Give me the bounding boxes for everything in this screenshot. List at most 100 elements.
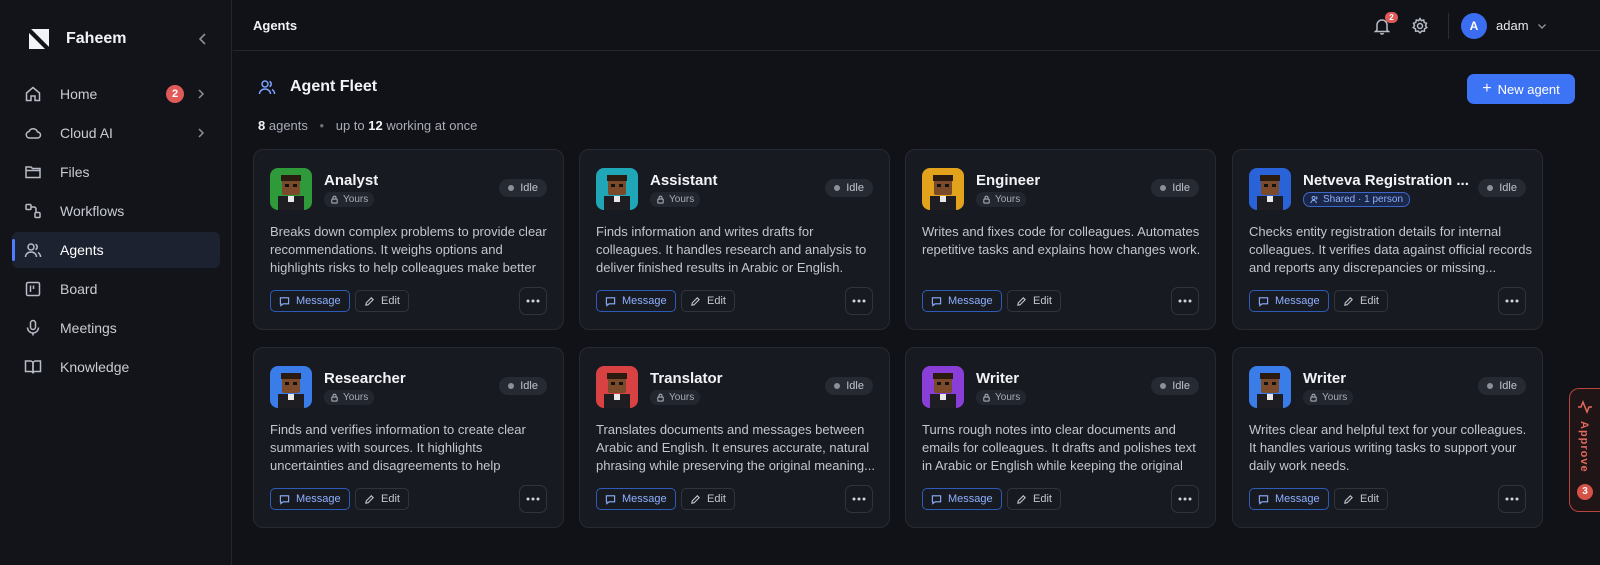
sidebar-item-knowledge[interactable]: Knowledge — [12, 349, 220, 385]
lock-icon — [656, 393, 669, 402]
owner-label: Yours — [995, 392, 1021, 403]
sidebar-nav: Home 2 Cloud AI Files Workflows Agents B… — [12, 76, 220, 388]
edit-button[interactable]: Edit — [355, 290, 409, 312]
ellipsis-icon — [1178, 497, 1192, 501]
owner-tag: Yours — [1303, 390, 1354, 405]
more-options-button[interactable] — [845, 485, 873, 513]
ellipsis-icon — [852, 497, 866, 501]
message-label: Message — [296, 493, 341, 505]
agent-name[interactable]: Analyst — [324, 172, 378, 189]
sidebar-item-meetings[interactable]: Meetings — [12, 310, 220, 346]
message-button[interactable]: Message — [922, 488, 1002, 510]
fleet-header: Agent Fleet — [258, 78, 377, 96]
message-button[interactable]: Message — [596, 488, 676, 510]
edit-button[interactable]: Edit — [1007, 488, 1061, 510]
agent-card[interactable]: Assistant Yours Idle Finds information and … — [579, 149, 890, 330]
edit-label: Edit — [1360, 295, 1379, 307]
agent-name[interactable]: Writer — [1303, 370, 1346, 387]
agent-avatar — [596, 366, 638, 408]
message-icon — [1258, 494, 1275, 505]
agent-card[interactable]: Researcher Yours Idle Finds and verifies in… — [253, 347, 564, 528]
sidebar-item-board[interactable]: Board — [12, 271, 220, 307]
agent-name[interactable]: Translator — [650, 370, 723, 387]
message-icon — [605, 494, 622, 505]
message-button[interactable]: Message — [1249, 290, 1329, 312]
owner-label: Yours — [1322, 392, 1348, 403]
agent-name[interactable]: Engineer — [976, 172, 1040, 189]
sidebar-item-label: Files — [60, 164, 90, 180]
agent-card[interactable]: Writer Yours Idle Turns rough notes into cl… — [905, 347, 1216, 528]
edit-button[interactable]: Edit — [681, 488, 735, 510]
sidebar-item-home[interactable]: Home 2 — [12, 76, 220, 112]
sidebar-item-workflows[interactable]: Workflows — [12, 193, 220, 229]
book-icon — [24, 360, 42, 374]
lock-icon — [982, 195, 995, 204]
agent-card[interactable]: Netveva Registration ... Shared · 1 perso… — [1232, 149, 1543, 330]
faheem-logo-icon — [28, 28, 50, 50]
ellipsis-icon — [1505, 299, 1519, 303]
owner-tag: Shared · 1 person — [1303, 192, 1411, 207]
more-options-button[interactable] — [1171, 287, 1199, 315]
ellipsis-icon — [526, 497, 540, 501]
status-dot — [834, 185, 841, 191]
fleet-summary: 8 agents • up to 12 working at once — [258, 118, 477, 133]
pencil-icon — [364, 296, 381, 307]
chevron-right-icon[interactable] — [194, 87, 208, 101]
agent-card[interactable]: Engineer Yours Idle Writes and fixes code f… — [905, 149, 1216, 330]
user-avatar[interactable]: A — [1461, 13, 1487, 39]
more-options-button[interactable] — [1171, 485, 1199, 513]
status-label: Idle — [846, 380, 864, 392]
agent-count: 8 — [258, 118, 266, 133]
home-icon — [25, 86, 41, 102]
agent-description: Turns rough notes into clear documents a… — [922, 422, 1196, 473]
new-agent-button[interactable]: + New agent — [1467, 74, 1575, 104]
cloud-icon — [25, 127, 42, 139]
message-button[interactable]: Message — [922, 290, 1002, 312]
agent-name[interactable]: Researcher — [324, 370, 406, 387]
activity-icon — [1578, 399, 1592, 415]
sidebar-item-label: Workflows — [60, 203, 125, 219]
sidebar-item-label: Cloud AI — [60, 125, 113, 141]
edit-label: Edit — [381, 295, 400, 307]
approve-tab[interactable]: Approve 3 — [1569, 388, 1600, 512]
message-button[interactable]: Message — [1249, 488, 1329, 510]
edit-label: Edit — [1033, 295, 1052, 307]
brand[interactable]: Faheem — [28, 28, 126, 50]
edit-button[interactable]: Edit — [1007, 290, 1061, 312]
agent-name[interactable]: Writer — [976, 370, 1019, 387]
edit-button[interactable]: Edit — [355, 488, 409, 510]
agent-name[interactable]: Assistant — [650, 172, 718, 189]
agent-card[interactable]: Writer Yours Idle Writes clear and helpful … — [1232, 347, 1543, 528]
status-badge: Idle — [825, 377, 873, 395]
more-options-button[interactable] — [1498, 287, 1526, 315]
username[interactable]: adam — [1496, 18, 1529, 33]
message-label: Message — [948, 295, 993, 307]
gear-icon[interactable] — [1411, 17, 1429, 35]
sidebar-item-cloud-ai[interactable]: Cloud AI — [12, 115, 220, 151]
agent-card[interactable]: Analyst Yours Idle Breaks down complex prob… — [253, 149, 564, 330]
sidebar-item-files[interactable]: Files — [12, 154, 220, 190]
edit-button[interactable]: Edit — [1334, 290, 1388, 312]
lock-icon — [330, 393, 343, 402]
sidebar-item-agents[interactable]: Agents — [12, 232, 220, 268]
message-icon — [605, 296, 622, 307]
message-button[interactable]: Message — [270, 488, 350, 510]
collapse-sidebar-icon[interactable] — [194, 30, 212, 48]
status-label: Idle — [1499, 182, 1517, 194]
more-options-button[interactable] — [519, 287, 547, 315]
edit-button[interactable]: Edit — [1334, 488, 1388, 510]
message-label: Message — [948, 493, 993, 505]
message-label: Message — [622, 493, 667, 505]
more-options-button[interactable] — [519, 485, 547, 513]
more-options-button[interactable] — [845, 287, 873, 315]
edit-button[interactable]: Edit — [681, 290, 735, 312]
agent-name[interactable]: Netveva Registration ... — [1303, 172, 1469, 189]
status-label: Idle — [520, 380, 538, 392]
agent-card[interactable]: Translator Yours Idle Translates documents … — [579, 347, 890, 528]
message-button[interactable]: Message — [270, 290, 350, 312]
more-options-button[interactable] — [1498, 485, 1526, 513]
message-button[interactable]: Message — [596, 290, 676, 312]
sidebar: Faheem Home 2 Cloud AI Files Workflows A… — [0, 0, 232, 565]
chevron-right-icon[interactable] — [194, 126, 208, 140]
chevron-down-icon[interactable] — [1536, 20, 1548, 32]
